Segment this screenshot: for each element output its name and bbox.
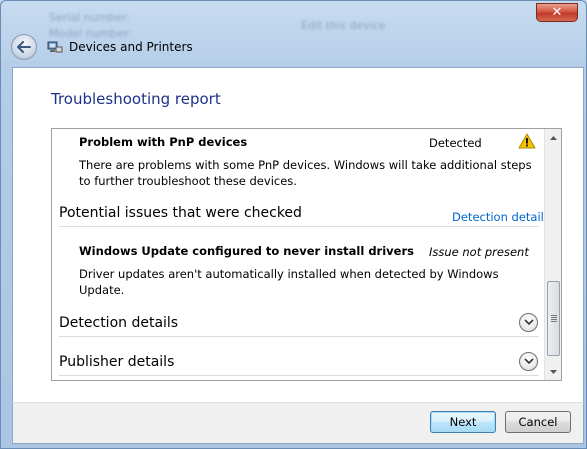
background-faint-text: Serial number: [49, 11, 131, 24]
grip-line [551, 315, 557, 316]
grip-line [551, 319, 557, 320]
chevron-down-icon [523, 358, 534, 365]
issue-status: Issue not present [429, 245, 529, 259]
background-faint-text: Edit this device [301, 19, 386, 32]
navigation-bar: Devices and Printers [11, 33, 571, 61]
detection-details-link[interactable]: Detection details [452, 210, 550, 224]
detection-details-heading[interactable]: Detection details [59, 315, 178, 331]
problem-title: Problem with PnP devices [79, 135, 248, 149]
close-button[interactable]: ✕ [536, 3, 578, 22]
divider [59, 226, 539, 227]
scrollbar-thumb[interactable] [547, 281, 560, 356]
close-icon: ✕ [551, 5, 563, 20]
problem-status: Detected [429, 136, 482, 150]
divider [59, 375, 539, 376]
next-button[interactable]: Next [430, 411, 496, 433]
grip-line [551, 317, 557, 318]
devices-printers-icon [47, 41, 63, 53]
issue-title: Windows Update configured to never insta… [79, 244, 414, 258]
breadcrumb-label[interactable]: Devices and Printers [69, 40, 193, 54]
divider [59, 336, 539, 337]
cancel-button[interactable]: Cancel [505, 411, 571, 433]
content-pane: Troubleshooting report Problem with PnP … [12, 67, 584, 402]
problem-description-line: There are problems with some PnP devices… [79, 158, 532, 172]
issue-description-line: Update. [79, 283, 125, 297]
checked-issues-heading: Potential issues that were checked [59, 205, 302, 221]
scroll-down-button[interactable] [545, 363, 561, 380]
publisher-details-heading[interactable]: Publisher details [59, 354, 174, 370]
grip-line [551, 321, 557, 322]
warning-icon [518, 133, 536, 149]
breadcrumb: Devices and Printers [47, 40, 193, 54]
issue-description-line: Driver updates aren't automatically inst… [79, 267, 499, 281]
scroll-down-icon [550, 369, 557, 374]
publisher-details-expand-button[interactable] [519, 352, 538, 371]
scroll-up-button[interactable] [545, 129, 561, 146]
detection-details-expand-button[interactable] [519, 313, 538, 332]
button-bar: Next Cancel [12, 402, 584, 444]
scroll-up-icon [550, 135, 557, 140]
page-title: Troubleshooting report [51, 90, 221, 108]
report-list: Problem with PnP devices Detected There … [51, 128, 562, 381]
back-button[interactable] [11, 34, 37, 60]
chevron-down-icon [523, 319, 534, 326]
problem-description-line: to further troubleshoot these devices. [79, 174, 297, 188]
vertical-scrollbar[interactable] [544, 129, 561, 380]
troubleshooter-window: Serial number: Model number: Edit this d… [0, 0, 587, 449]
back-arrow-icon [17, 41, 31, 53]
